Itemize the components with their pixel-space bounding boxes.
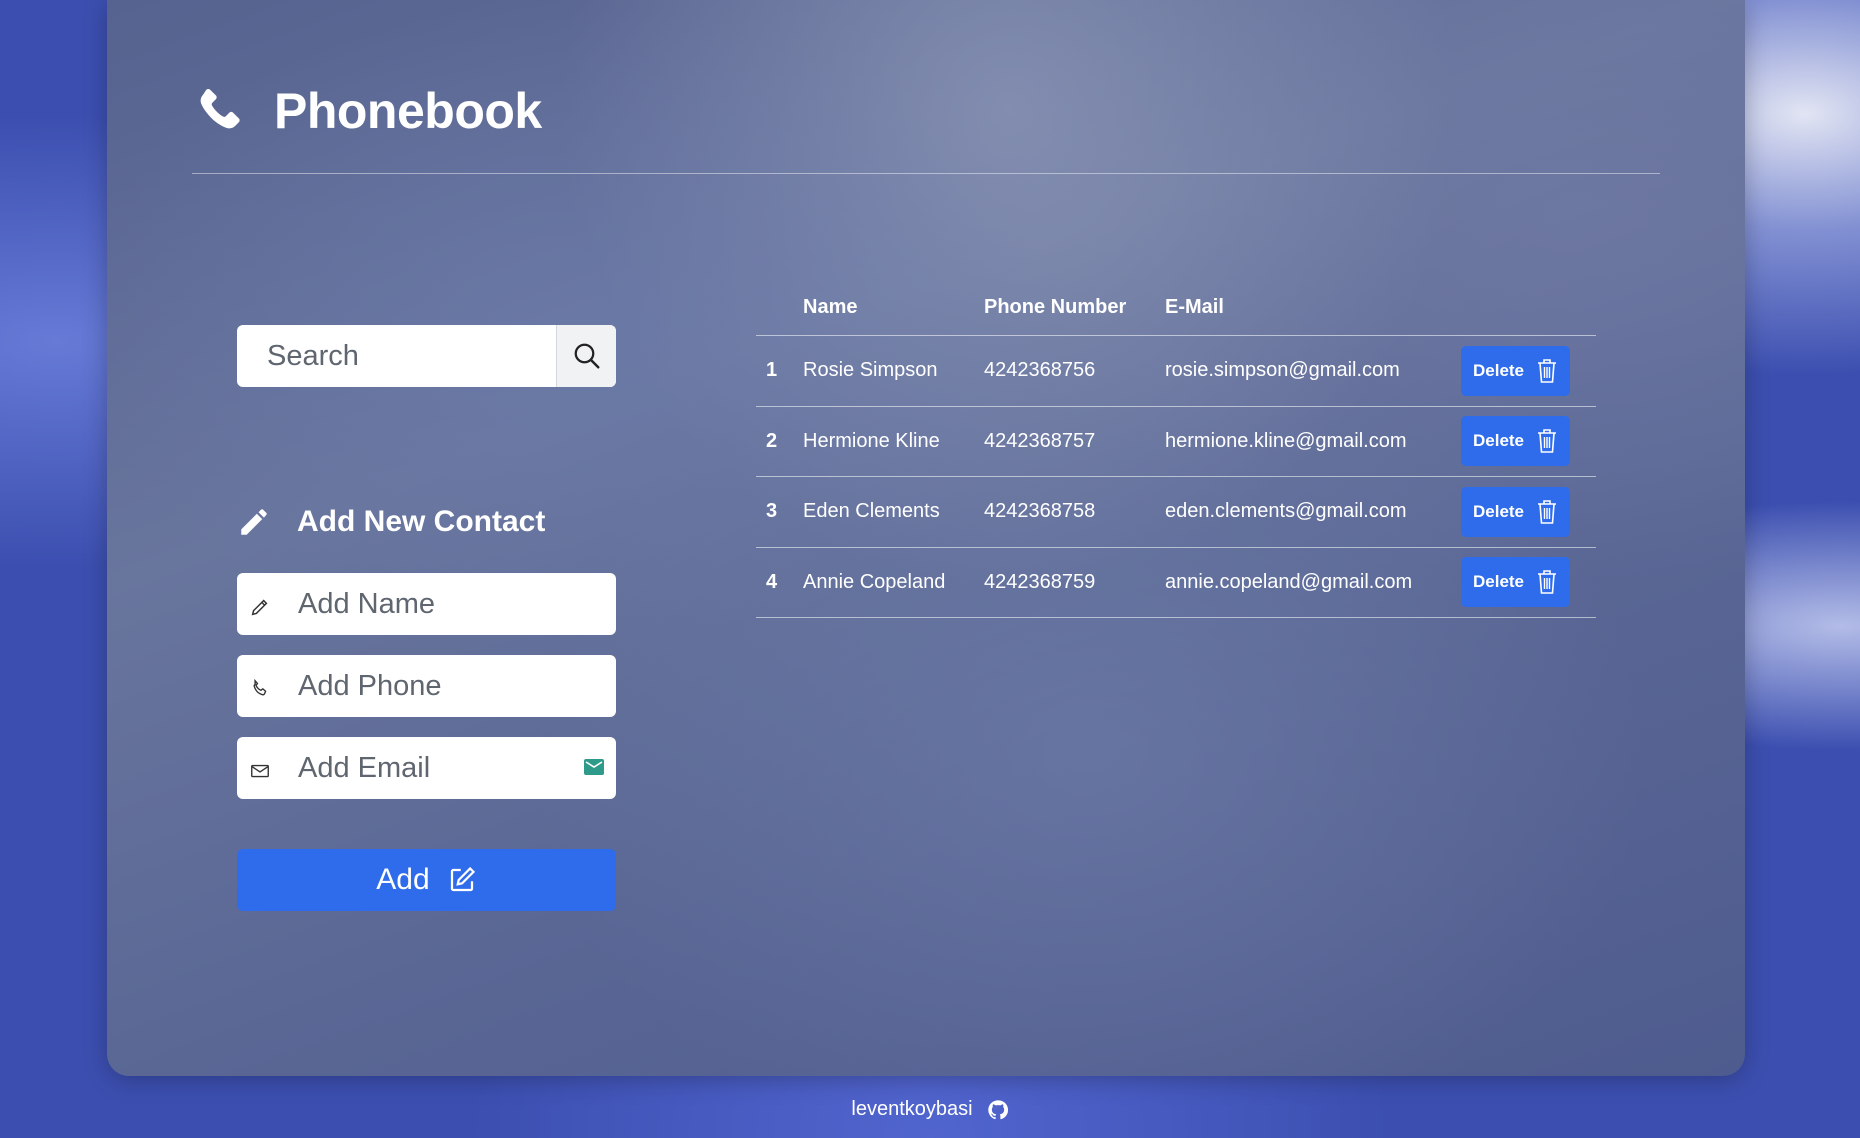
phonebook-card: Phonebook Search Add New Contact Add Nam… xyxy=(107,0,1745,1076)
row-name: Rosie Simpson xyxy=(803,359,938,382)
row-name: Hermione Kline xyxy=(803,429,940,452)
row-phone: 4242368757 xyxy=(984,429,1096,452)
row-actions: Delete xyxy=(1461,345,1596,396)
autofill-icon[interactable] xyxy=(584,759,604,775)
table-header: Name Phone Number E-Mail xyxy=(756,280,1596,336)
delete-button-label: Delete xyxy=(1472,572,1525,592)
trash-icon xyxy=(1538,429,1557,454)
delete-button[interactable]: Delete xyxy=(1461,486,1570,537)
row-email: eden.clements@gmail.com xyxy=(1165,500,1407,523)
delete-button[interactable]: Delete xyxy=(1461,557,1570,608)
header-email: E-Mail xyxy=(1165,296,1224,318)
row-email: rosie.simpson@gmail.com xyxy=(1165,359,1400,382)
phone-field[interactable]: Add Phone xyxy=(237,655,616,717)
contacts-table: Name Phone Number E-Mail 1 Rosie Simpson… xyxy=(756,280,1596,618)
pencil-icon xyxy=(241,509,267,535)
delete-button-label: Delete xyxy=(1472,501,1525,521)
row-phone: 4242368759 xyxy=(984,570,1096,593)
trash-icon xyxy=(1538,570,1557,595)
table-row: 4 Annie Copeland 4242368759 annie.copela… xyxy=(756,548,1596,618)
edit-icon xyxy=(450,866,475,892)
header-divider xyxy=(192,173,1660,174)
name-field-placeholder: Add Name xyxy=(298,587,436,620)
trash-icon xyxy=(1538,499,1557,524)
trash-icon xyxy=(1538,358,1557,383)
row-name: Eden Clements xyxy=(803,500,940,523)
row-actions: Delete xyxy=(1461,416,1596,467)
header-name: Name xyxy=(803,296,858,318)
search-bar: Search xyxy=(237,325,616,387)
footer: leventkoybasi xyxy=(0,1098,1860,1121)
search-icon xyxy=(574,343,599,369)
name-field[interactable]: Add Name xyxy=(237,573,616,635)
add-contact-title: Add New Contact xyxy=(297,505,546,538)
footer-author-link[interactable]: leventkoybasi xyxy=(851,1098,972,1121)
table-row: 1 Rosie Simpson 4242368756 rosie.simpson… xyxy=(756,336,1596,407)
phone-icon xyxy=(249,675,271,697)
email-field[interactable]: Add Email xyxy=(237,737,616,799)
delete-button-label: Delete xyxy=(1472,431,1525,451)
row-actions: Delete xyxy=(1461,486,1596,537)
table-row: 3 Eden Clements 4242368758 eden.clements… xyxy=(756,477,1596,548)
add-button-label: Add xyxy=(376,863,430,896)
row-index: 4 xyxy=(766,570,778,593)
row-phone: 4242368758 xyxy=(984,500,1096,523)
add-contact-heading: Add New Contact xyxy=(237,505,545,539)
row-phone: 4242368756 xyxy=(984,359,1096,382)
search-input[interactable]: Search xyxy=(237,325,556,387)
delete-button[interactable]: Delete xyxy=(1461,416,1570,467)
row-index: 3 xyxy=(766,500,778,523)
row-index: 2 xyxy=(766,429,778,452)
delete-button[interactable]: Delete xyxy=(1461,345,1570,396)
email-field-placeholder: Add Email xyxy=(298,751,431,784)
phone-field-placeholder: Add Phone xyxy=(298,669,442,702)
row-email: hermione.kline@gmail.com xyxy=(1165,429,1407,452)
header-phone: Phone Number xyxy=(984,296,1127,318)
phone-icon xyxy=(200,88,240,129)
mail-icon xyxy=(249,757,271,779)
row-email: annie.copeland@gmail.com xyxy=(1165,570,1413,593)
page-title: Phonebook xyxy=(274,83,542,139)
search-button[interactable] xyxy=(556,325,616,387)
github-icon[interactable] xyxy=(987,1099,1009,1121)
row-actions: Delete xyxy=(1461,557,1596,608)
header: Phonebook xyxy=(192,82,542,140)
row-name: Annie Copeland xyxy=(803,570,946,593)
pencil-icon xyxy=(249,593,271,616)
add-button[interactable]: Add xyxy=(237,849,616,911)
table-row: 2 Hermione Kline 4242368757 hermione.kli… xyxy=(756,407,1596,477)
delete-button-label: Delete xyxy=(1472,360,1525,380)
row-index: 1 xyxy=(766,359,778,382)
